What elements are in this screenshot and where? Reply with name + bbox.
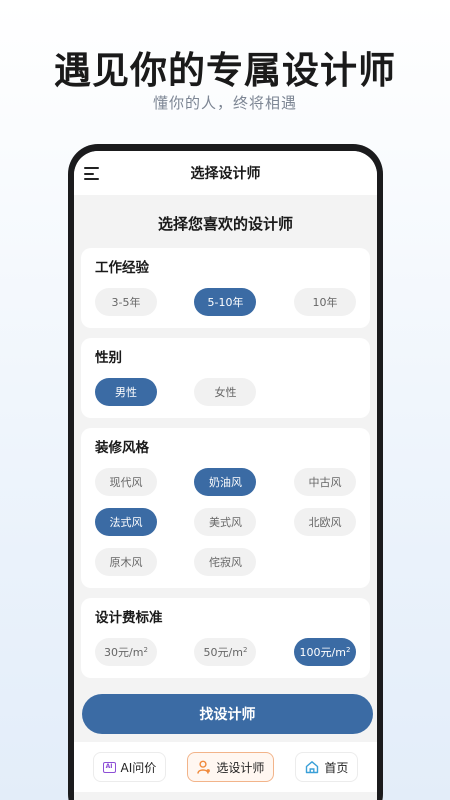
- fee-unit-sup: 2: [143, 646, 148, 654]
- ai-chat-icon: AI: [102, 761, 116, 773]
- fee-label: 设计费标准: [95, 610, 163, 626]
- home-icon: [306, 761, 319, 774]
- style-option-cream[interactable]: 奶油风: [194, 468, 257, 496]
- fee-option-30[interactable]: 30元/m 2: [95, 638, 157, 666]
- fee-options: 30元/m 2 50元/m 2 100元/m 2: [95, 638, 356, 666]
- find-designer-button[interactable]: 找设计师: [82, 694, 373, 734]
- phone-frame: 选择设计师 选择您喜欢的设计师 工作经验 3-5年 5-10年 10年 性别 男…: [68, 144, 383, 800]
- app-screen: 选择设计师 选择您喜欢的设计师 工作经验 3-5年 5-10年 10年 性别 男…: [74, 151, 377, 800]
- section-heading: 选择您喜欢的设计师: [157, 215, 293, 233]
- fee-amount: 50元/m: [203, 646, 243, 659]
- style-option-log[interactable]: 原木风: [95, 548, 157, 576]
- experience-label: 工作经验: [95, 260, 149, 276]
- experience-option-10[interactable]: 10年: [293, 288, 356, 316]
- tab-label: AI问价: [120, 760, 157, 775]
- tab-ai-quote[interactable]: AI AI问价: [92, 752, 167, 782]
- style-option-american[interactable]: 美式风: [194, 508, 257, 536]
- top-bar: 选择设计师: [74, 151, 377, 195]
- gender-card: 性别 男性 女性: [81, 338, 370, 418]
- fee-option-50[interactable]: 50元/m 2: [194, 638, 257, 666]
- page-title: 选择设计师: [190, 166, 261, 182]
- tab-choose-designer[interactable]: 选设计师: [187, 752, 275, 782]
- gender-option-female[interactable]: 女性: [194, 378, 257, 406]
- fee-option-100[interactable]: 100元/m 2: [293, 638, 356, 666]
- promo-headline: 遇见你的专属设计师: [54, 49, 396, 92]
- experience-option-5-10[interactable]: 5-10年: [194, 288, 257, 316]
- promo-subline: 懂你的人，终将相遇: [152, 94, 297, 112]
- experience-options: 3-5年 5-10年 10年: [95, 288, 356, 316]
- experience-option-3-5[interactable]: 3-5年: [95, 288, 157, 316]
- gender-option-male[interactable]: 男性: [95, 378, 157, 406]
- style-option-french[interactable]: 法式风: [95, 508, 157, 536]
- fee-amount: 100元/m: [299, 646, 346, 659]
- bottom-tab-bar: AI AI问价 选设计师 首页: [74, 742, 377, 792]
- fee-unit-sup: 2: [345, 646, 351, 654]
- hamburger-menu-icon[interactable]: [84, 167, 100, 180]
- style-label: 装修风格: [95, 440, 149, 456]
- style-card: 装修风格 现代风 奶油风 中古风 法式风 美式风 北欧风 原木风 侘寂风: [81, 428, 370, 588]
- gender-label: 性别: [95, 350, 122, 366]
- style-option-modern[interactable]: 现代风: [95, 468, 157, 496]
- experience-card: 工作经验 3-5年 5-10年 10年: [81, 248, 370, 328]
- gender-options: 男性 女性: [95, 378, 356, 406]
- fee-unit-sup: 2: [242, 646, 248, 654]
- fee-card: 设计费标准 30元/m 2 50元/m 2 100元/m 2: [81, 598, 370, 678]
- style-option-midcentury[interactable]: 中古风: [293, 468, 356, 496]
- style-options: 现代风 奶油风 中古风 法式风 美式风 北欧风 原木风 侘寂风: [95, 468, 356, 576]
- style-option-nordic[interactable]: 北欧风: [293, 508, 356, 536]
- style-option-wabisabi[interactable]: 侘寂风: [194, 548, 257, 576]
- tab-label: 首页: [324, 760, 349, 775]
- designer-person-icon: [197, 760, 211, 774]
- tab-home[interactable]: 首页: [295, 752, 359, 782]
- fee-amount: 30元/m: [104, 646, 144, 659]
- tab-label: 选设计师: [216, 760, 265, 775]
